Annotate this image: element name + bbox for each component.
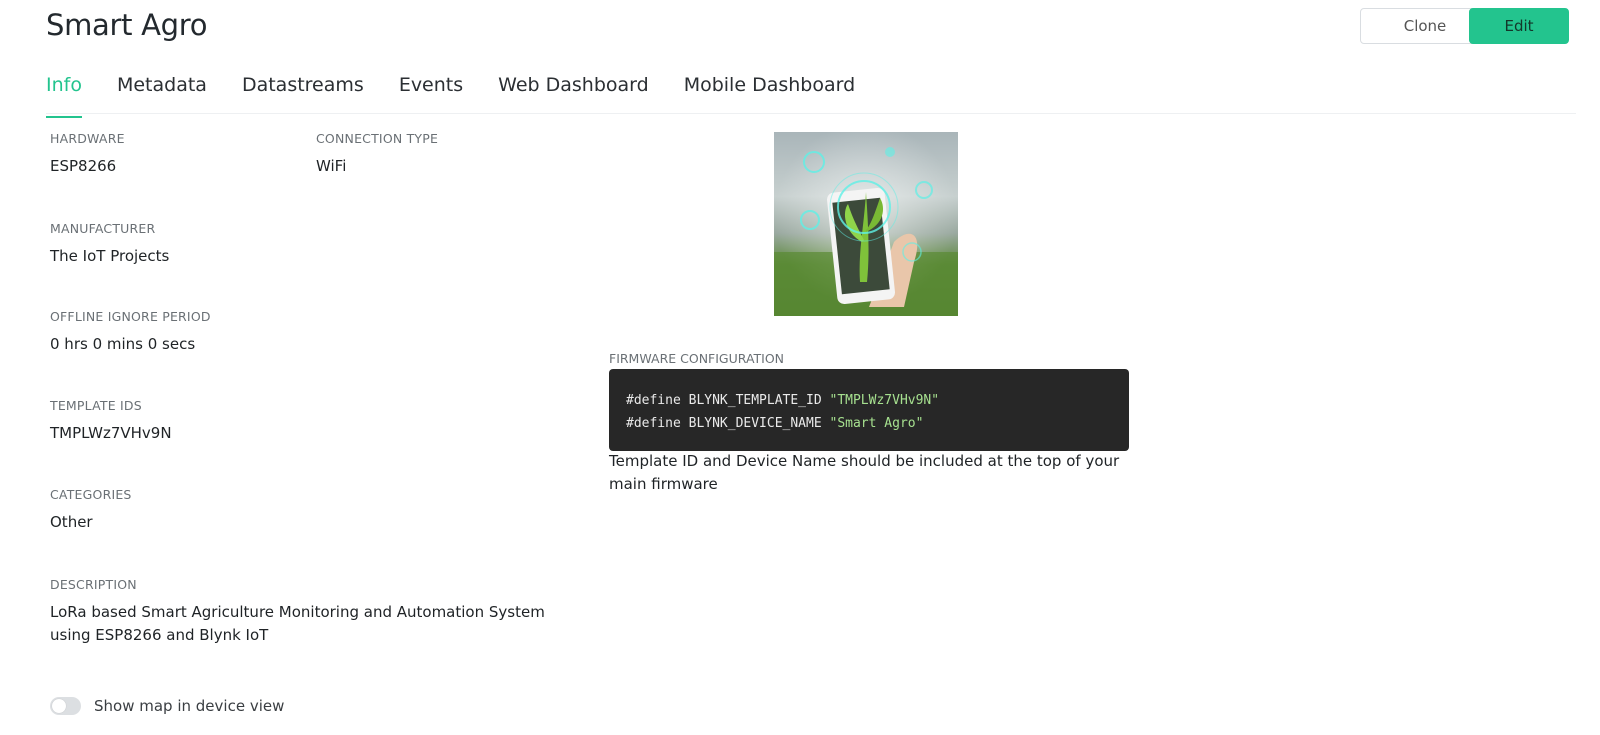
offline-ignore-period-label: OFFLINE IGNORE PERIOD — [50, 309, 211, 324]
hardware-label: HARDWARE — [50, 131, 125, 146]
description-field: DESCRIPTION LoRa based Smart Agriculture… — [50, 577, 570, 647]
code-define-device-name: #define BLYNK_DEVICE_NAME — [626, 416, 830, 431]
show-map-label: Show map in device view — [94, 697, 285, 715]
page-title: Smart Agro — [46, 8, 208, 42]
categories-field: CATEGORIES Other — [50, 487, 132, 534]
connection-type-value: WiFi — [316, 157, 347, 175]
manufacturer-label: MANUFACTURER — [50, 221, 156, 236]
code-device-name-string: "Smart Agro" — [829, 416, 924, 431]
categories-label: CATEGORIES — [50, 487, 132, 502]
tab-web-dashboard[interactable]: Web Dashboard — [498, 74, 649, 114]
offline-ignore-period-field: OFFLINE IGNORE PERIOD 0 hrs 0 mins 0 sec… — [50, 309, 211, 356]
tab-info[interactable]: Info — [46, 74, 82, 118]
edit-button[interactable]: Edit — [1469, 8, 1569, 44]
manufacturer-field: MANUFACTURER The IoT Projects — [50, 221, 169, 268]
categories-value: Other — [50, 513, 93, 531]
tab-datastreams[interactable]: Datastreams — [242, 74, 364, 114]
map-toggle-row: Show map in device view — [50, 697, 284, 715]
hardware-field: HARDWARE ESP8266 — [50, 131, 125, 178]
code-line-device-name: #define BLYNK_DEVICE_NAME "Smart Agro" — [626, 412, 1112, 435]
template-ids-label: TEMPLATE IDS — [50, 398, 142, 413]
hand-phone-plant-illustration — [774, 132, 958, 316]
show-map-toggle[interactable] — [50, 697, 81, 715]
template-ids-field: TEMPLATE IDS TMPLWz7VHv9N — [50, 398, 172, 445]
template-ids-value: TMPLWz7VHv9N — [50, 424, 172, 442]
code-template-id-string: "TMPLWz7VHv9N" — [829, 393, 940, 408]
connection-type-field: CONNECTION TYPE WiFi — [316, 131, 438, 178]
firmware-note: Template ID and Device Name should be in… — [609, 452, 1120, 493]
tab-metadata[interactable]: Metadata — [117, 74, 207, 114]
code-line-template-id: #define BLYNK_TEMPLATE_ID "TMPLWz7VHv9N" — [626, 389, 1112, 412]
tab-bar: Info Metadata Datastreams Events Web Das… — [46, 74, 890, 118]
hardware-value: ESP8266 — [50, 157, 117, 175]
firmware-code-block[interactable]: #define BLYNK_TEMPLATE_ID "TMPLWz7VHv9N"… — [609, 369, 1129, 451]
offline-ignore-period-value: 0 hrs 0 mins 0 secs — [50, 335, 196, 353]
description-label: DESCRIPTION — [50, 577, 137, 592]
tab-divider — [46, 113, 1576, 114]
tab-events[interactable]: Events — [399, 74, 463, 114]
code-define-template-id: #define BLYNK_TEMPLATE_ID — [626, 393, 830, 408]
connection-type-label: CONNECTION TYPE — [316, 131, 439, 146]
template-image — [774, 132, 958, 316]
description-value: LoRa based Smart Agriculture Monitoring … — [50, 603, 545, 644]
tab-mobile-dashboard[interactable]: Mobile Dashboard — [684, 74, 855, 114]
manufacturer-value: The IoT Projects — [50, 247, 170, 265]
firmware-configuration-label: FIRMWARE CONFIGURATION — [609, 351, 785, 366]
